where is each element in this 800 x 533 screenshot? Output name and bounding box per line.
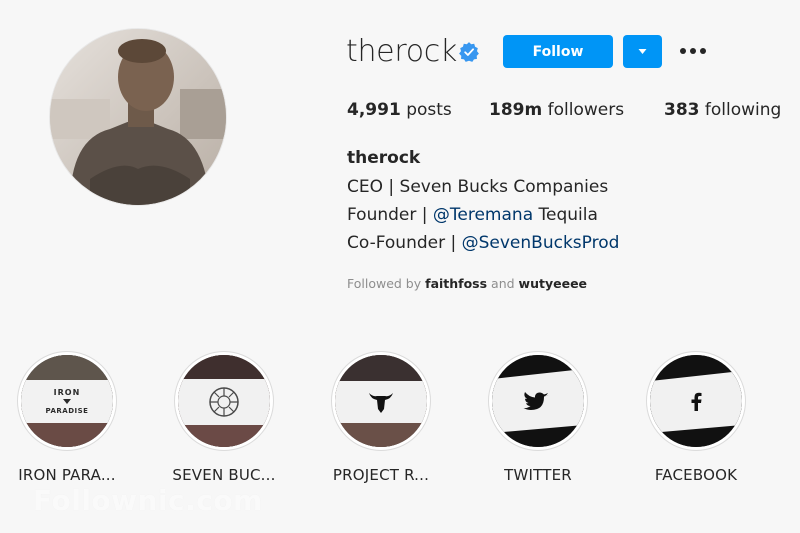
suggested-dropdown-button[interactable] — [623, 35, 662, 68]
bio-line-3-prefix: Co-Founder | — [347, 233, 462, 253]
highlight-label: IRON PARA... — [18, 466, 116, 484]
caret-down-icon — [638, 49, 647, 54]
highlight-facebook[interactable] — [646, 351, 746, 451]
svg-text:PARADISE: PARADISE — [46, 407, 89, 415]
highlight-cover: IRON PARADISE — [21, 355, 113, 447]
iron-paradise-logo: IRON PARADISE — [21, 355, 113, 447]
bio-line-1: CEO | Seven Bucks Companies — [347, 177, 609, 197]
follow-button[interactable]: Follow — [503, 35, 613, 68]
highlight-label: TWITTER — [504, 466, 572, 484]
teremana-mention-link[interactable]: @Teremana — [433, 205, 533, 225]
highlight-cover — [650, 355, 742, 447]
avatar-photo — [50, 29, 226, 205]
followed-by-user-1: faithfoss — [425, 276, 488, 291]
verified-badge-icon — [459, 42, 479, 62]
bio-line-2: Founder | @Teremana Tequila — [347, 203, 598, 227]
more-dots-icon — [680, 48, 706, 54]
followers-count: 189m — [489, 100, 543, 120]
bio-line-3: Co-Founder | @SevenBucksProd — [347, 231, 619, 255]
highlight-cover — [178, 355, 270, 447]
more-options-button[interactable] — [676, 36, 710, 66]
following-stat[interactable]: 383 following — [664, 97, 781, 123]
posts-label: posts — [406, 100, 452, 120]
followed-by-user-2: wutyeeee — [518, 276, 588, 291]
seven-bucks-logo — [178, 355, 270, 447]
posts-count: 4,991 — [347, 100, 401, 120]
twitter-icon — [492, 355, 584, 447]
highlight-seven-bucks[interactable] — [174, 351, 274, 451]
followers-label: followers — [547, 100, 625, 120]
svg-text:IRON: IRON — [54, 388, 81, 397]
posts-stat: 4,991 posts — [347, 97, 452, 123]
followed-by-line[interactable]: Followed by faithfoss and wutyeeee — [347, 276, 587, 292]
highlight-cover — [335, 355, 427, 447]
followed-by-joiner: and — [487, 276, 519, 291]
highlight-iron-paradise[interactable]: IRON PARADISE — [17, 351, 117, 451]
profile-full-name: therock — [347, 148, 421, 168]
bull-head-icon — [335, 355, 427, 447]
highlight-label: SEVEN BUC... — [172, 466, 276, 484]
sevenbucksprod-mention-link[interactable]: @SevenBucksProd — [462, 233, 620, 253]
bio-line-2-suffix: Tequila — [533, 205, 598, 225]
highlight-twitter[interactable] — [488, 351, 588, 451]
highlight-label: FACEBOOK — [654, 466, 738, 484]
profile-username: therock — [346, 34, 458, 69]
facebook-icon — [650, 355, 742, 447]
profile-avatar[interactable] — [50, 29, 226, 205]
highlight-label: PROJECT R... — [332, 466, 430, 484]
followers-stat[interactable]: 189m followers — [489, 97, 624, 123]
following-label: following — [704, 100, 782, 120]
watermark-text: Follownic.com — [33, 484, 263, 517]
following-count: 383 — [664, 100, 700, 120]
bio-line-2-prefix: Founder | — [347, 205, 433, 225]
highlight-project-rock[interactable] — [331, 351, 431, 451]
followed-by-prefix: Followed by — [347, 276, 426, 291]
highlight-cover — [492, 355, 584, 447]
